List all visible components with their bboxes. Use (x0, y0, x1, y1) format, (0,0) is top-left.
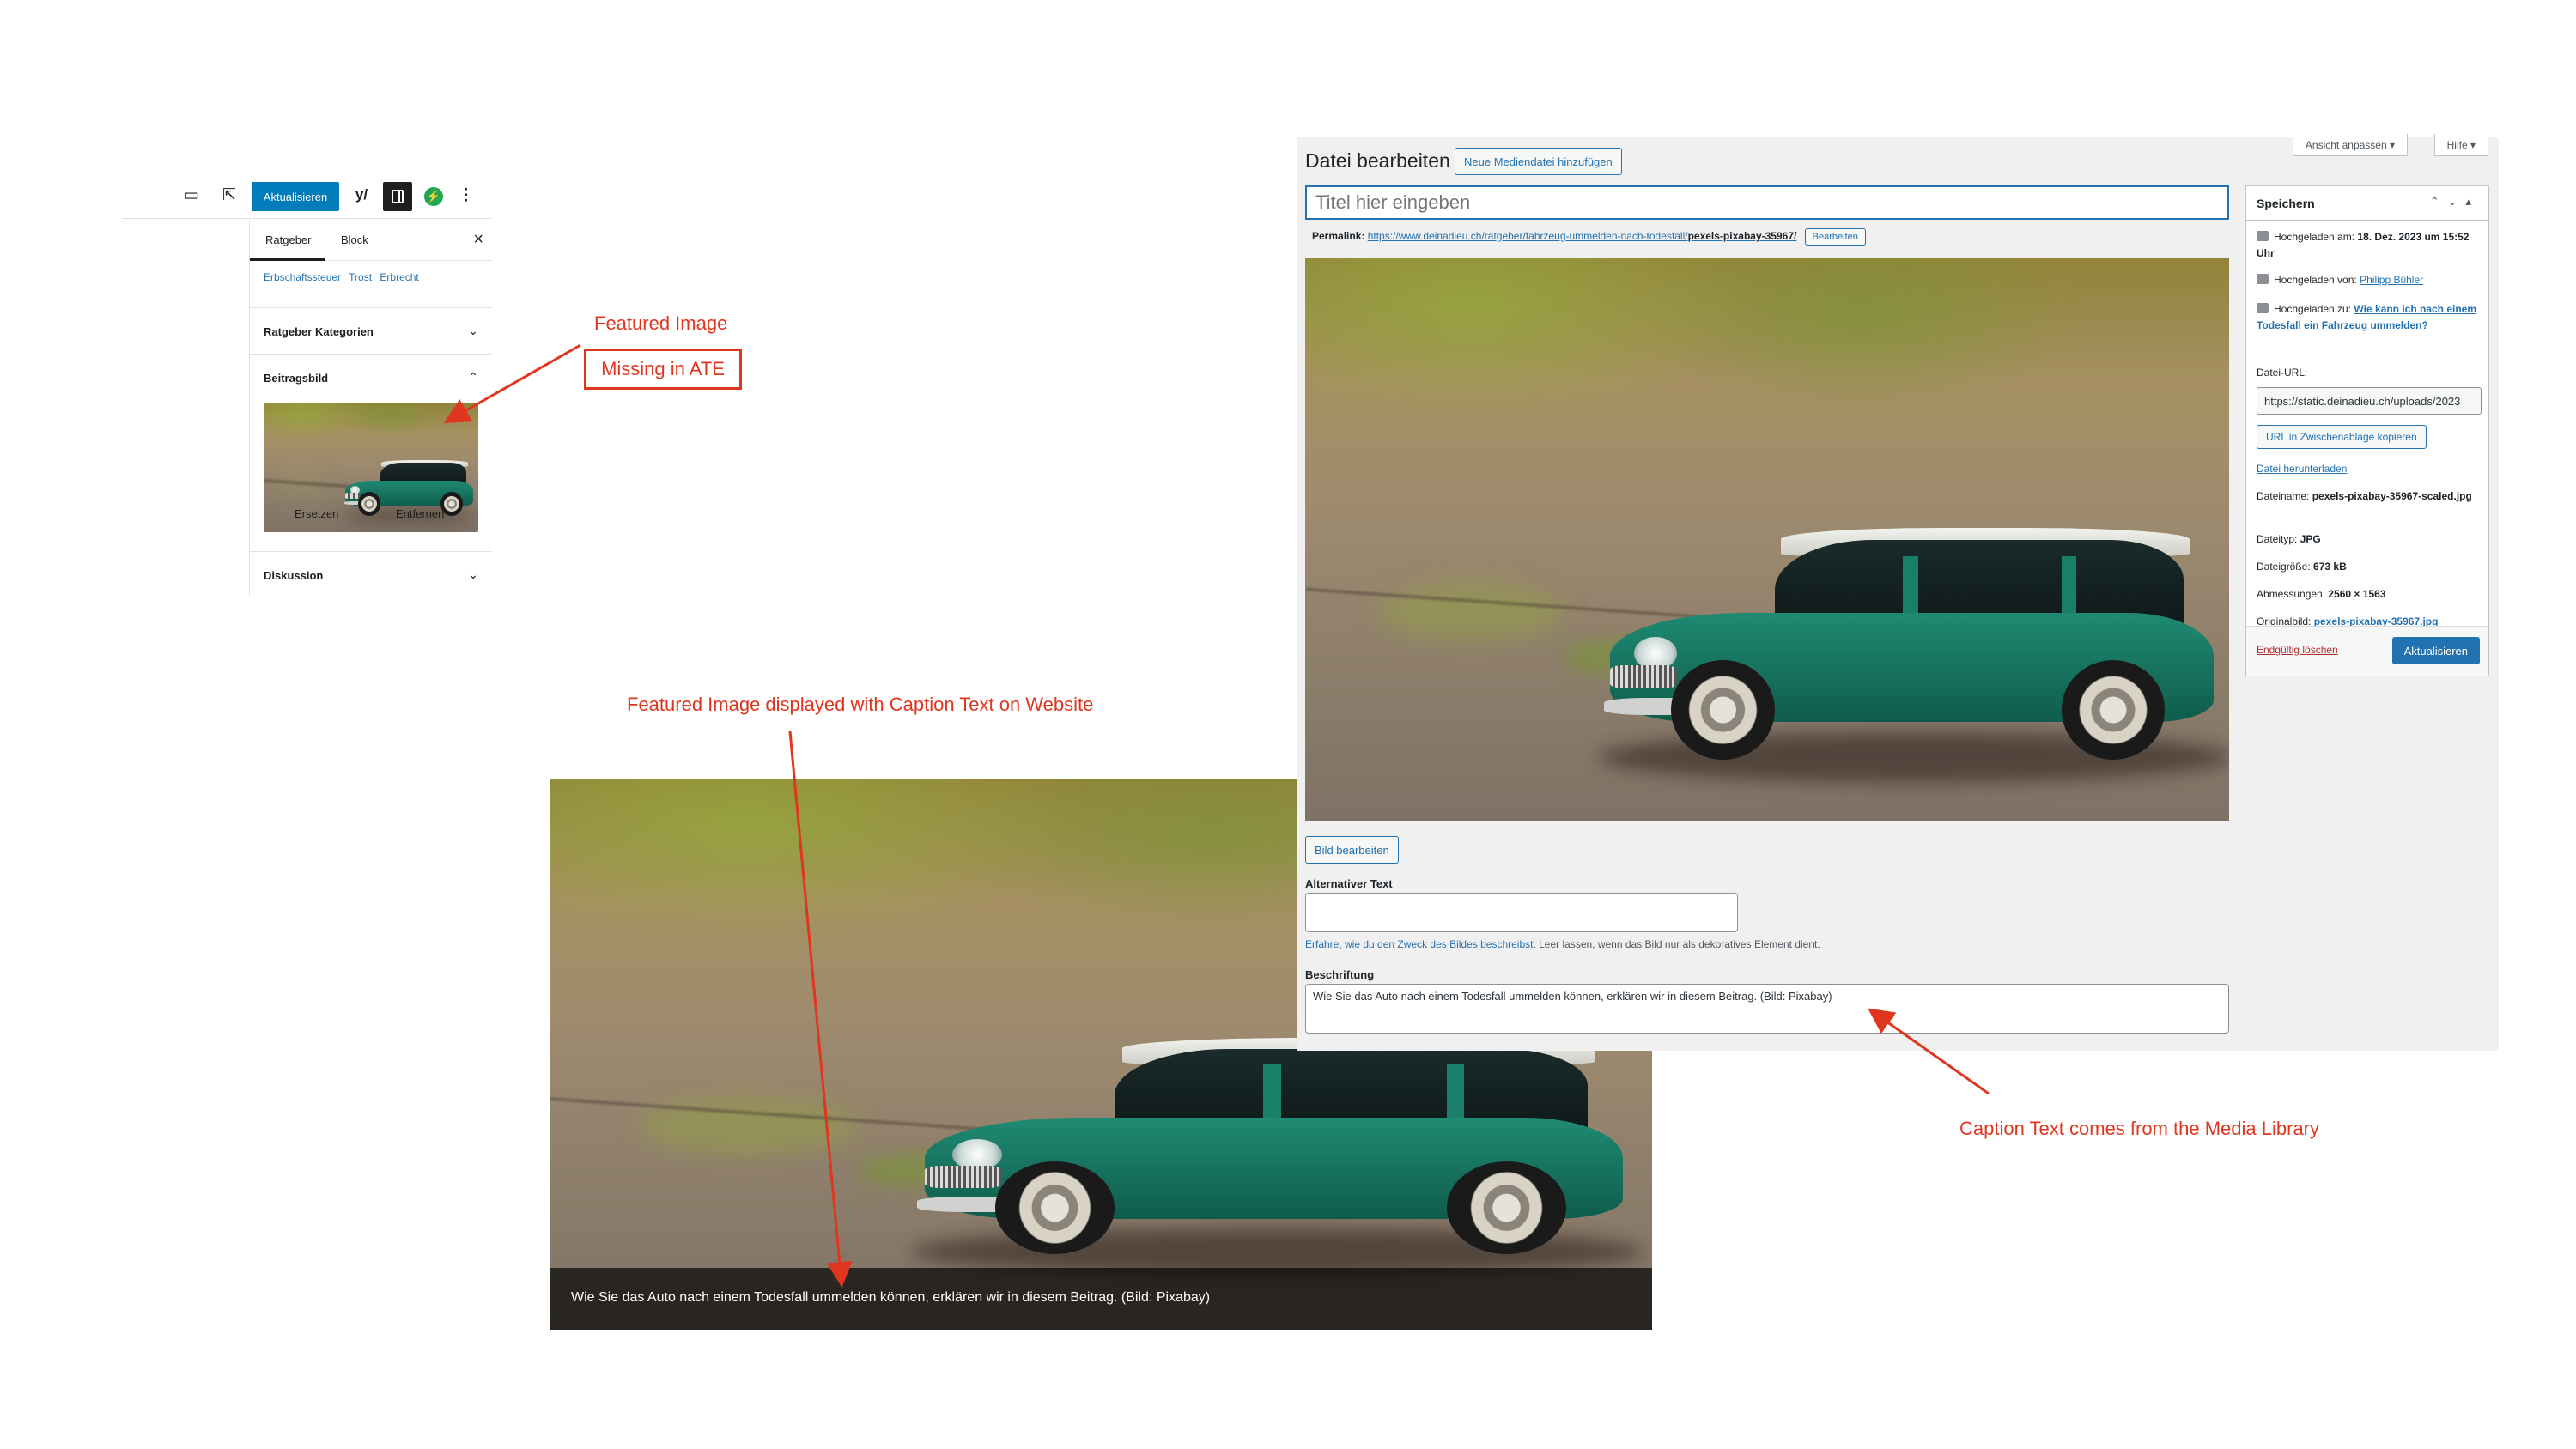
filesize-label: Dateigröße: (2257, 561, 2311, 573)
add-new-media-button[interactable]: Neue Mediendatei hinzufügen (1455, 148, 1622, 175)
tag-list: Erbschaftssteuer Trost Erbrecht (264, 271, 424, 283)
caption-label: Beschriftung (1305, 968, 1375, 981)
copy-url-button[interactable]: URL in Zwischenablage kopieren (2257, 425, 2427, 449)
editor-sidebar: Ratgeber Block × Erbschaftssteuer Trost … (249, 220, 492, 597)
uploaded-by-link[interactable]: Philipp Bühler (2360, 274, 2423, 286)
filename-row: Dateiname: pexels-pixabay-35967-scaled.j… (2257, 488, 2482, 505)
uploaded-to-label: Hochgeladen zu: (2274, 303, 2352, 315)
filesize-row: Dateigröße: 673 kB (2257, 559, 2482, 575)
panel-label: Diskussion (264, 569, 324, 582)
save-box-title: Speichern (2257, 197, 2315, 210)
filename-label: Dateiname: (2257, 490, 2310, 502)
annotation-caption-source: Caption Text comes from the Media Librar… (1959, 1118, 2319, 1139)
permalink-label: Permalink: (1312, 230, 1365, 242)
tag-link[interactable]: Trost (349, 271, 372, 283)
save-box-header: Speichern ⌃⌄▴ (2246, 186, 2488, 221)
active-tab-indicator (250, 258, 325, 261)
chevron-up-icon[interactable]: ⌃ (468, 370, 478, 385)
file-url-field[interactable] (2257, 387, 2482, 415)
yoast-icon[interactable]: y/ (349, 182, 374, 208)
filetype-row: Dateityp: JPG (2257, 531, 2482, 548)
filesize-value: 673 kB (2313, 561, 2347, 573)
featured-image-thumbnail[interactable]: Ersetzen Entfernen (264, 403, 478, 532)
jetpack-icon[interactable]: ⚡ (424, 187, 443, 206)
more-options-icon[interactable]: ⋮ (453, 182, 479, 208)
alt-help-link[interactable]: Erfahre, wie du den Zweck des Bildes bes… (1305, 938, 1533, 950)
alt-help-text: . Leer lassen, wenn das Bild nur als dek… (1533, 938, 1820, 950)
panel-label: Ratgeber Kategorien (264, 325, 374, 338)
caption-field[interactable]: Wie Sie das Auto nach einem Todesfall um… (1305, 984, 2229, 1034)
sidebar-tabs: Ratgeber Block × (250, 220, 492, 261)
alt-text-field[interactable] (1305, 893, 1738, 932)
close-icon[interactable]: × (473, 230, 483, 250)
settings-panel-icon[interactable] (383, 182, 412, 211)
annotation-featured-image: Featured Image (594, 312, 728, 334)
dimensions-label: Abmessungen: (2257, 588, 2326, 600)
remove-image-button[interactable]: Entfernen (396, 507, 444, 520)
media-edit-screen: Ansicht anpassen ▾ Hilfe ▾ Datei bearbei… (1297, 134, 2499, 1051)
chevron-down-icon: ⌄ (468, 567, 478, 581)
chevron-down-icon: ⌄ (468, 324, 478, 337)
filetype-value: JPG (2300, 533, 2321, 545)
desktop-preview-icon[interactable]: ▭ (179, 182, 204, 208)
delete-permanently-link[interactable]: Endgültig löschen (2257, 644, 2338, 656)
uploaded-by-label: Hochgeladen von: (2274, 274, 2357, 286)
uploaded-on-label: Hochgeladen am: (2274, 231, 2355, 243)
calendar-icon (2257, 231, 2269, 241)
panel-discussion[interactable]: Diskussion ⌄ (250, 551, 492, 597)
permalink-slug: pexels-pixabay-35967/ (1687, 230, 1797, 242)
uploaded-by-row: Hochgeladen von: Philipp Bühler (2257, 272, 2482, 288)
uploaded-to-row: Hochgeladen zu: Wie kann ich nach einem … (2257, 301, 2482, 334)
box-move-icons[interactable]: ⌃⌄▴ (2430, 195, 2480, 209)
download-link[interactable]: Datei herunterladen (2257, 463, 2347, 475)
toolbar-divider (122, 218, 491, 219)
permalink-link[interactable]: https://www.deinadieu.ch/ratgeber/fahrze… (1368, 230, 1797, 242)
permalink-edit-button[interactable]: Bearbeiten (1804, 228, 1866, 246)
dimensions-row: Abmessungen: 2560 × 1563 (2257, 586, 2482, 603)
save-box: Speichern ⌃⌄▴ Hochgeladen am: 18. Dez. 2… (2245, 185, 2489, 676)
help-button[interactable]: Hilfe ▾ (2433, 134, 2488, 156)
website-caption: Wie Sie das Auto nach einem Todesfall um… (550, 1268, 1652, 1330)
update-button[interactable]: Aktualisieren (252, 182, 339, 211)
annotation-missing-box: Missing in ATE (584, 349, 742, 390)
dimensions-value: 2560 × 1563 (2328, 588, 2386, 600)
tab-block[interactable]: Block (341, 233, 368, 246)
tag-link[interactable]: Erbschaftssteuer (264, 271, 341, 283)
post-icon (2257, 303, 2269, 313)
panel-label[interactable]: Beitragsbild (264, 372, 328, 385)
alt-text-label: Alternativer Text (1305, 877, 1393, 890)
tag-link[interactable]: Erbrecht (380, 271, 418, 283)
save-box-footer: Endgültig löschen Aktualisieren (2246, 626, 2488, 676)
filetype-label: Dateityp: (2257, 533, 2298, 545)
panel-categories[interactable]: Ratgeber Kategorien ⌄ (250, 307, 492, 354)
file-url-label: Datei-URL: (2257, 367, 2308, 379)
external-link-icon[interactable]: ⇱ (216, 182, 242, 208)
replace-image-button[interactable]: Ersetzen (295, 507, 338, 520)
permalink-row: Permalink: https://www.deinadieu.ch/ratg… (1312, 228, 1866, 246)
page-title: Datei bearbeiten (1305, 149, 1450, 172)
media-image-preview (1305, 258, 2229, 821)
uploaded-on-row: Hochgeladen am: 18. Dez. 2023 um 15:52 U… (2257, 229, 2482, 262)
filename-value: pexels-pixabay-35967-scaled.jpg (2312, 490, 2472, 502)
editor-toolbar: ▭ ⇱ Aktualisieren y/ ⚡ ⋮ (122, 182, 491, 220)
permalink-base: https://www.deinadieu.ch/ratgeber/fahrze… (1367, 230, 1688, 242)
title-input[interactable] (1305, 185, 2229, 220)
edit-image-button[interactable]: Bild bearbeiten (1305, 836, 1399, 864)
alt-text-help: Erfahre, wie du den Zweck des Bildes bes… (1305, 938, 1820, 950)
media-update-button[interactable]: Aktualisieren (2391, 637, 2480, 664)
user-icon (2257, 274, 2269, 284)
tab-ratgeber[interactable]: Ratgeber (265, 233, 311, 246)
annotation-website: Featured Image displayed with Caption Te… (627, 694, 1094, 715)
screen-options-button[interactable]: Ansicht anpassen ▾ (2292, 134, 2408, 156)
